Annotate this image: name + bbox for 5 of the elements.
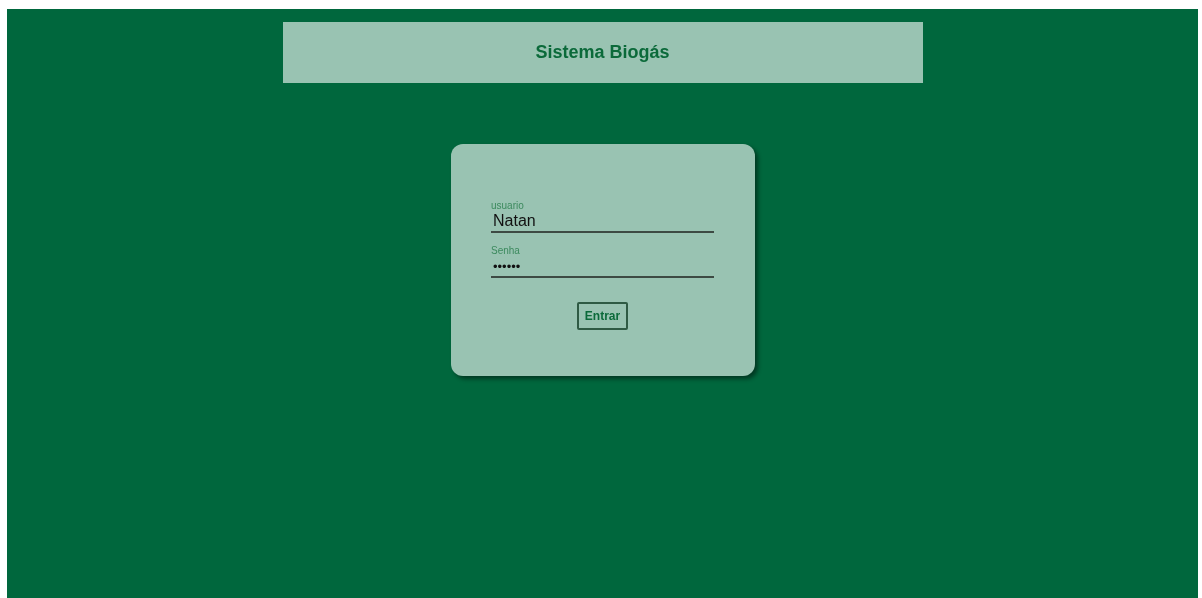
input-field[interactable]: •••••• [491, 256, 714, 278]
input-field[interactable]: Natan [491, 211, 714, 233]
field-label: Senha [491, 245, 521, 256]
app-title: Sistema Biogás [535, 41, 670, 64]
field-label: usuario [491, 200, 525, 211]
